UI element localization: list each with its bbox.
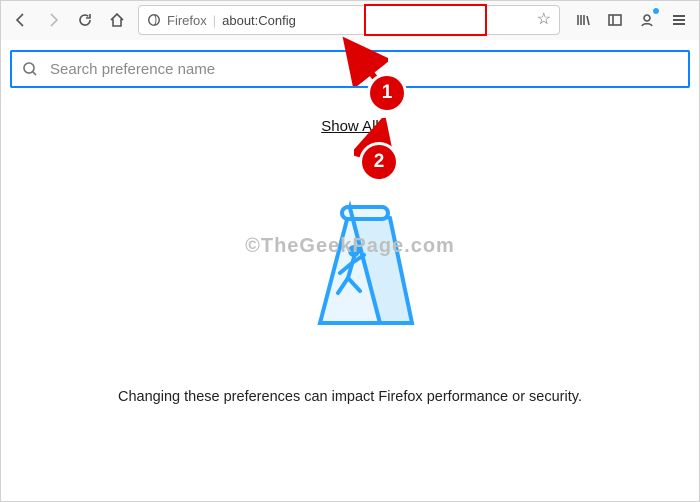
reload-icon [77,12,93,28]
url-bar[interactable]: Firefox | about:Config ☆ [138,5,560,35]
home-button[interactable] [102,5,132,35]
firefox-logo-icon [147,13,161,27]
account-icon [639,12,655,28]
preference-search-box[interactable] [10,50,690,88]
show-all-link[interactable]: Show All [10,118,690,135]
annotation-badge-2: 2 [362,145,396,179]
sidebar-button[interactable] [600,5,630,35]
back-button[interactable] [6,5,36,35]
identity-label: Firefox [167,13,207,28]
toolbar-right-icons [568,5,694,35]
arrow-right-icon [45,12,61,28]
annotation-badge-1: 1 [370,76,404,110]
browser-toolbar: Firefox | about:Config ☆ [0,0,700,40]
warning-illustration [260,173,440,353]
warning-text: Changing these preferences can impact Fi… [10,389,690,405]
library-button[interactable] [568,5,598,35]
url-text: about:Config [222,13,296,28]
home-icon [109,12,125,28]
page-content: Show All Changing these prefe [0,40,700,405]
preference-search-input[interactable] [48,60,678,79]
account-button[interactable] [632,5,662,35]
annotation-highlight-box [364,4,487,36]
bookmark-star-button[interactable]: ☆ [537,12,551,28]
search-icon [22,61,38,77]
app-menu-button[interactable] [664,5,694,35]
arrow-left-icon [13,12,29,28]
reload-button[interactable] [70,5,100,35]
forward-button[interactable] [38,5,68,35]
hamburger-icon [671,12,687,28]
library-icon [575,12,591,28]
sidebar-icon [607,12,623,28]
